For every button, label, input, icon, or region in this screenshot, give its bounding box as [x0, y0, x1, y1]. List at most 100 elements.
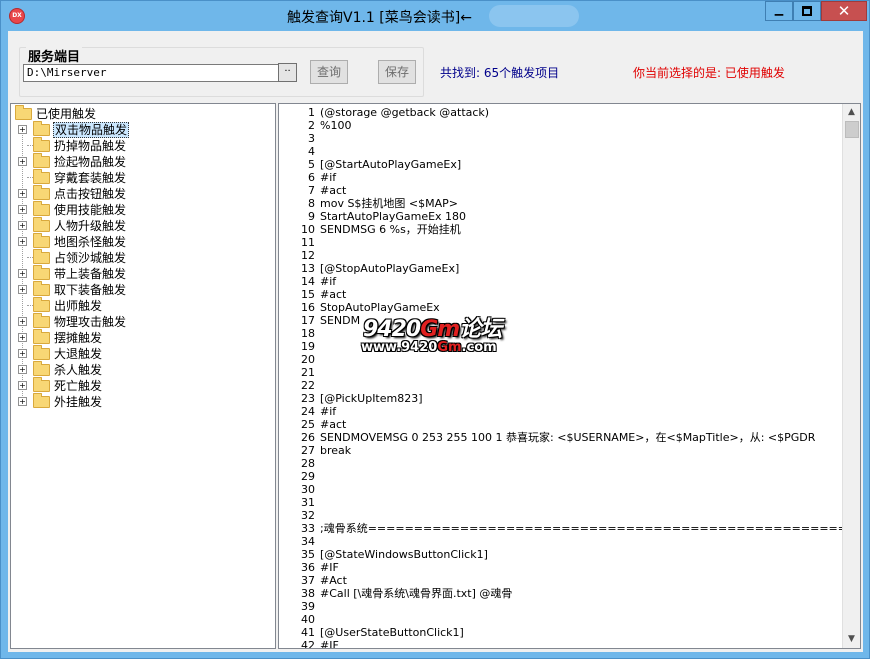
line-number: 32: [301, 509, 315, 522]
expand-icon[interactable]: +: [18, 269, 27, 278]
tree-item-label: 地图杀怪触发: [54, 235, 127, 249]
maximize-button[interactable]: [793, 1, 821, 21]
scroll-thumb[interactable]: [845, 121, 859, 138]
line-number: 27: [301, 444, 315, 457]
folder-icon: [33, 281, 50, 296]
save-button[interactable]: 保存: [378, 60, 416, 84]
code-text: SENDM: [320, 314, 361, 327]
line-number: 22: [301, 379, 315, 392]
close-button[interactable]: ✕: [821, 1, 867, 21]
line-number: 14: [301, 275, 315, 288]
folder-icon: [33, 377, 50, 392]
code-text: #Call [\魂骨系统\魂骨界面.txt] @魂骨: [320, 587, 513, 600]
query-button[interactable]: 查询: [310, 60, 348, 84]
code-text: (@storage @getback @attack): [320, 106, 490, 119]
tree-item[interactable]: 扔掉物品触发: [11, 137, 271, 154]
tree-item[interactable]: + 外挂触发: [11, 393, 271, 410]
line-number: 2: [308, 119, 315, 132]
minimize-button[interactable]: ▁: [765, 1, 793, 21]
tree-item[interactable]: + 摆摊触发: [11, 329, 271, 346]
tree-item[interactable]: + 取下装备触发: [11, 281, 271, 298]
expand-icon[interactable]: +: [18, 285, 27, 294]
tree-item-label: 穿戴套装触发: [54, 171, 127, 185]
tree-item[interactable]: + 使用技能触发: [11, 201, 271, 218]
folder-icon: [33, 393, 50, 408]
expand-icon[interactable]: +: [18, 317, 27, 326]
tree-item[interactable]: + 点击按钮触发: [11, 185, 271, 202]
line-number: 15: [301, 288, 315, 301]
trigger-tree[interactable]: 已使用触发 + 双击物品触发 扔掉物品触发 + 捡起物品触发 穿戴套装触发 + 点击按钮触发 +…: [10, 103, 276, 649]
code-text: SENDMOVEMSG 0 253 255 100 1 恭喜玩家: <$USER…: [320, 431, 816, 444]
title-bar[interactable]: DX 触发查询V1.1 [菜鸟会读书]← ▁ ✕: [1, 1, 869, 31]
line-number: 10: [301, 223, 315, 236]
line-number: 25: [301, 418, 315, 431]
line-number: 39: [301, 600, 315, 613]
expand-icon[interactable]: +: [18, 189, 27, 198]
folder-icon: [15, 105, 32, 120]
expand-icon[interactable]: +: [18, 349, 27, 358]
code-text: [@StopAutoPlayGameEx]: [320, 262, 460, 275]
tree-item[interactable]: 出师触发: [11, 297, 271, 314]
code-text: [@PickUpItem823]: [320, 392, 423, 405]
line-number: 11: [301, 236, 315, 249]
tree-item-label: 带上装备触发: [54, 267, 127, 281]
line-number: 20: [301, 353, 315, 366]
tree-item[interactable]: + 双击物品触发: [11, 121, 271, 138]
window-title: 触发查询V1.1 [菜鸟会读书]←: [287, 10, 472, 26]
tree-item[interactable]: + 杀人触发: [11, 361, 271, 378]
tree-item[interactable]: + 死亡触发: [11, 377, 271, 394]
line-number: 18: [301, 327, 315, 340]
tree-item[interactable]: 穿戴套装触发: [11, 169, 271, 186]
expand-icon[interactable]: +: [18, 221, 27, 230]
scroll-down-icon[interactable]: ▼: [845, 631, 858, 647]
folder-icon: [33, 329, 50, 344]
tree-item[interactable]: + 地图杀怪触发: [11, 233, 271, 250]
expand-icon[interactable]: +: [18, 381, 27, 390]
line-number: 29: [301, 470, 315, 483]
folder-icon: [33, 201, 50, 216]
line-number: 17: [301, 314, 315, 327]
line-number: 13: [301, 262, 315, 275]
line-number: 21: [301, 366, 315, 379]
tree-item-label: 物理攻击触发: [54, 315, 127, 329]
code-text: #if: [320, 171, 337, 184]
expand-icon[interactable]: +: [18, 205, 27, 214]
tree-item[interactable]: + 人物升级触发: [11, 217, 271, 234]
code-editor[interactable]: 1 (@storage @getback @attack) 2 %100 3 4 5 [@St…: [278, 103, 861, 649]
tree-item-label: 取下装备触发: [54, 283, 127, 297]
line-number: 35: [301, 548, 315, 561]
expand-icon[interactable]: +: [18, 125, 27, 134]
expand-icon[interactable]: +: [18, 333, 27, 342]
folder-icon: [33, 265, 50, 280]
tree-item[interactable]: + 带上装备触发: [11, 265, 271, 282]
folder-icon: [33, 233, 50, 248]
line-number: 36: [301, 561, 315, 574]
scroll-up-icon[interactable]: ▲: [845, 104, 858, 120]
tree-item-label: 大退触发: [54, 347, 103, 361]
found-count-text: 共找到: 65个触发项目: [440, 66, 560, 80]
maximize-icon: [802, 6, 812, 16]
tree-item-label: 摆摊触发: [54, 331, 103, 345]
tree-item[interactable]: + 物理攻击触发: [11, 313, 271, 330]
expand-icon[interactable]: +: [18, 157, 27, 166]
tree-item[interactable]: + 捡起物品触发: [11, 153, 271, 170]
code-text: ;魂骨系统===================================…: [320, 522, 861, 535]
expand-icon[interactable]: +: [18, 365, 27, 374]
expand-icon[interactable]: +: [18, 397, 27, 406]
browse-button[interactable]: ··: [278, 63, 297, 82]
tree-item-label: 使用技能触发: [54, 203, 127, 217]
vertical-scrollbar[interactable]: ▲ ▼: [842, 104, 860, 648]
tree-item[interactable]: + 大退触发: [11, 345, 271, 362]
server-path-input[interactable]: D:\Mirserver: [23, 64, 279, 82]
line-number: 12: [301, 249, 315, 262]
tree-item[interactable]: 占领沙城触发: [11, 249, 271, 266]
line-number: 41: [301, 626, 315, 639]
app-icon: DX: [9, 8, 25, 24]
code-text: [@UserStateButtonClick1]: [320, 626, 464, 639]
tree-item-label: 占领沙城触发: [54, 251, 127, 265]
code-text: #IF: [320, 561, 339, 574]
line-number: 6: [308, 171, 315, 184]
tree-root[interactable]: 已使用触发: [11, 105, 271, 122]
folder-icon: [33, 361, 50, 376]
expand-icon[interactable]: +: [18, 237, 27, 246]
